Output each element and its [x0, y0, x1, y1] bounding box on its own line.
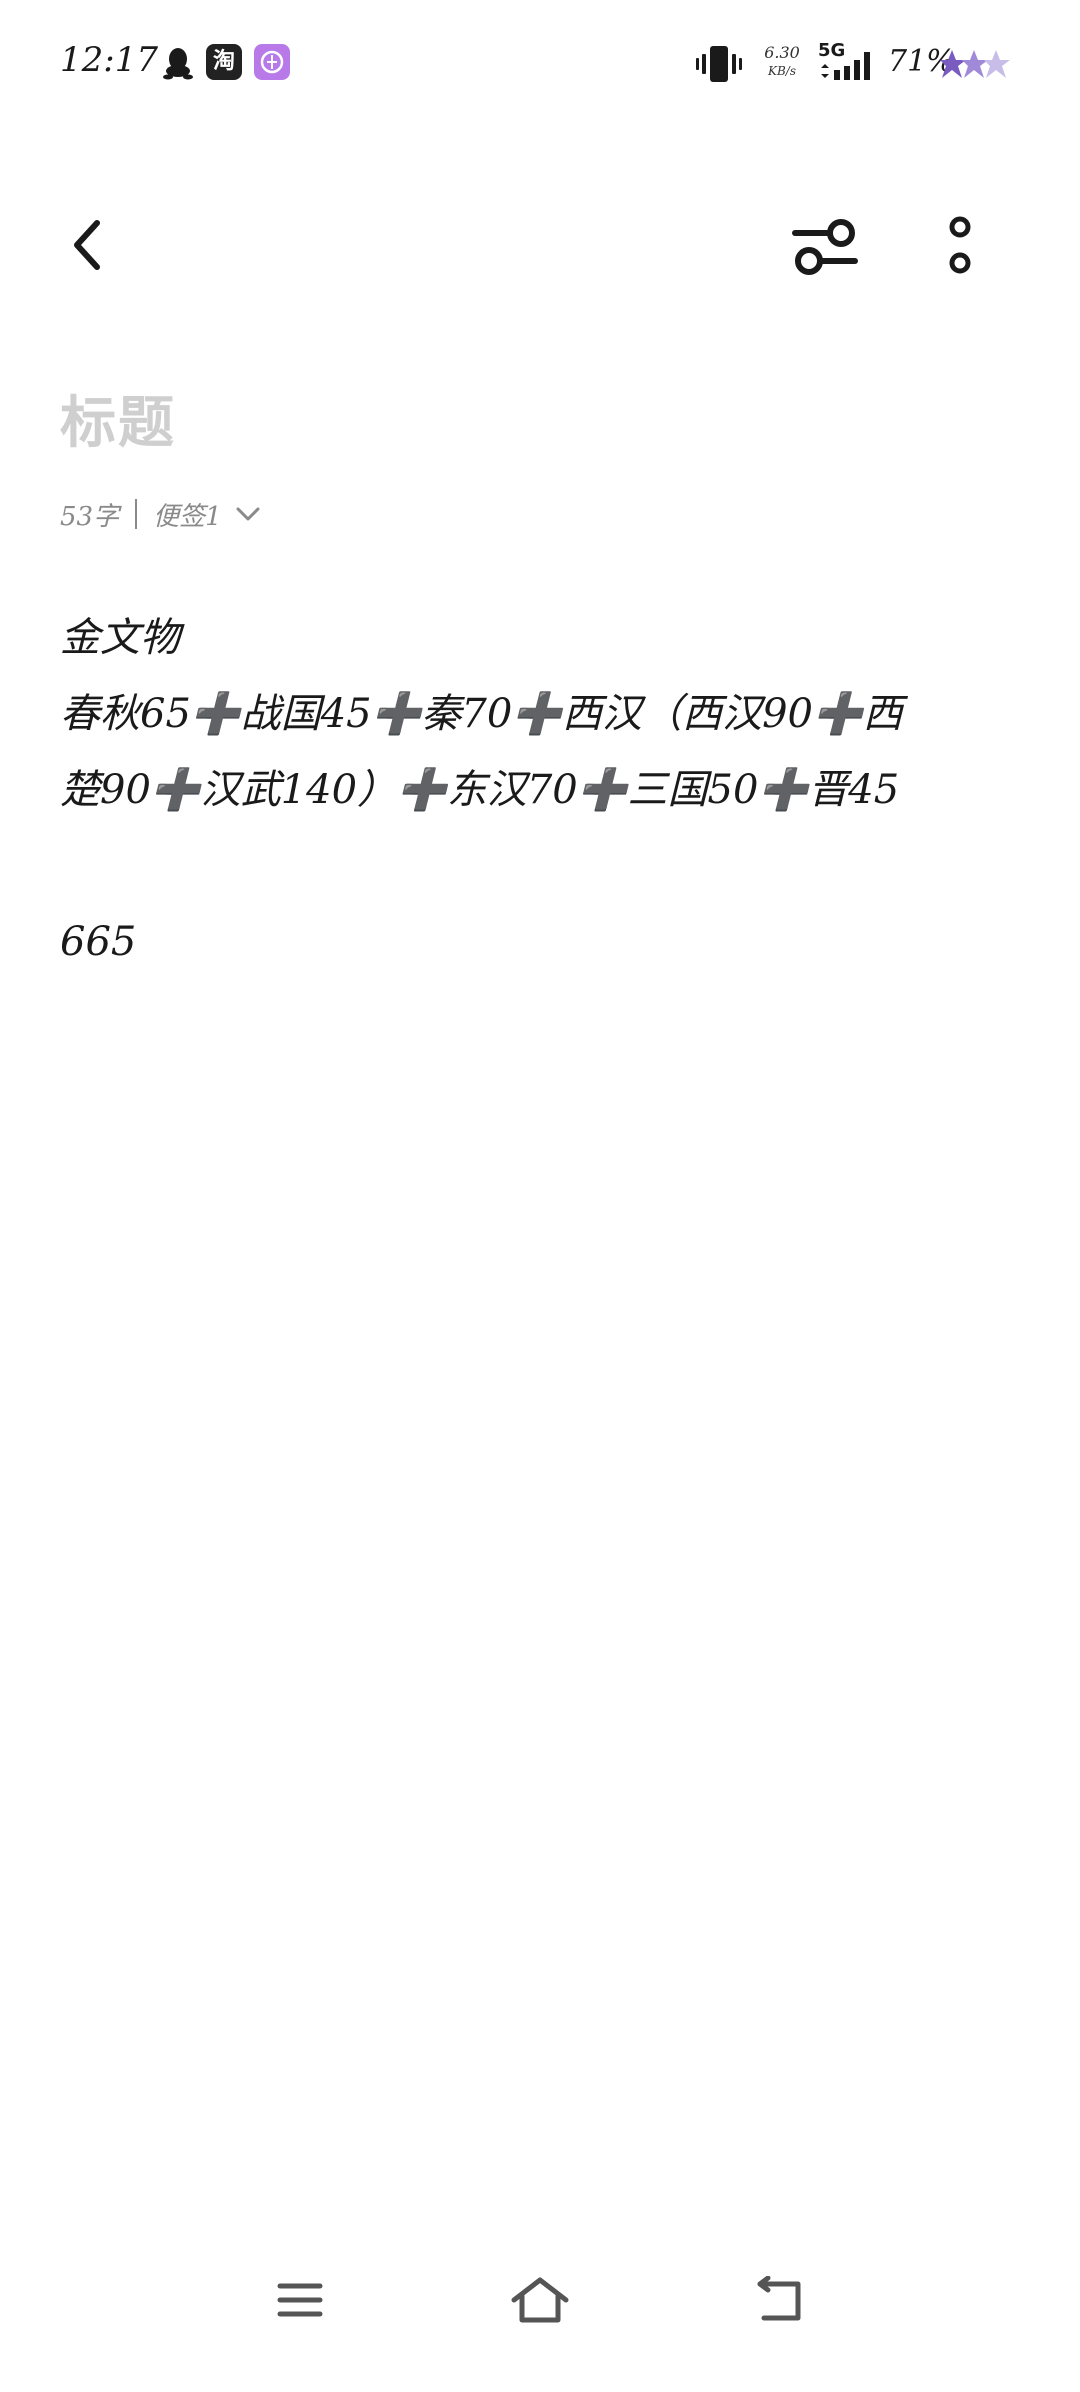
network-speed: 6.30 KB/s: [764, 43, 800, 79]
note-line: 楚90➕汉武140）➕东汉70➕三国50➕晋45: [60, 767, 900, 813]
taobao-icon: 淘: [206, 44, 242, 80]
character-count: 53字: [60, 501, 120, 532]
chevron-down-icon: [236, 507, 260, 521]
nav-home-button[interactable]: [500, 2260, 580, 2340]
note-line: 665: [60, 919, 137, 965]
folder-name: 便签1: [153, 501, 222, 532]
note-content-editor[interactable]: 金文物 春秋65➕战国45➕秦70➕西汉（西汉90➕西 楚90➕汉武140）➕东…: [60, 600, 1020, 980]
back-button[interactable]: [52, 210, 122, 280]
battery-icon: [940, 50, 1012, 78]
note-meta: 53字 便签1: [60, 494, 260, 534]
qq-icon: [160, 44, 196, 80]
home-icon: [511, 2277, 569, 2323]
app-notification-icon: [254, 44, 290, 80]
more-options-button[interactable]: [920, 202, 1000, 292]
folder-selector[interactable]: 便签1: [153, 496, 260, 533]
more-vertical-icon: [949, 216, 971, 274]
system-navigation-bar: [0, 2240, 1080, 2360]
menu-icon: [277, 2283, 323, 2317]
nav-recents-button[interactable]: [260, 2260, 340, 2340]
status-bar: 12:17 淘 6.30 KB/s 5G 71%: [0, 0, 1080, 130]
status-time: 12:17: [60, 40, 158, 80]
sliders-icon: [792, 219, 858, 275]
vibrate-icon: [696, 44, 742, 84]
note-line: 春秋65➕战国45➕秦70➕西汉（西汉90➕西: [60, 691, 903, 737]
back-icon: [757, 2276, 801, 2321]
cellular-signal-icon: 5G: [818, 40, 880, 86]
meta-divider: [135, 499, 138, 529]
note-line: 金文物: [60, 615, 180, 661]
note-toolbar: [0, 190, 1080, 300]
note-title-input[interactable]: 标题: [60, 378, 176, 459]
nav-back-button[interactable]: [740, 2260, 820, 2340]
note-line: [60, 828, 1020, 904]
text-style-button[interactable]: [780, 202, 870, 292]
chevron-left-icon: [74, 220, 100, 270]
